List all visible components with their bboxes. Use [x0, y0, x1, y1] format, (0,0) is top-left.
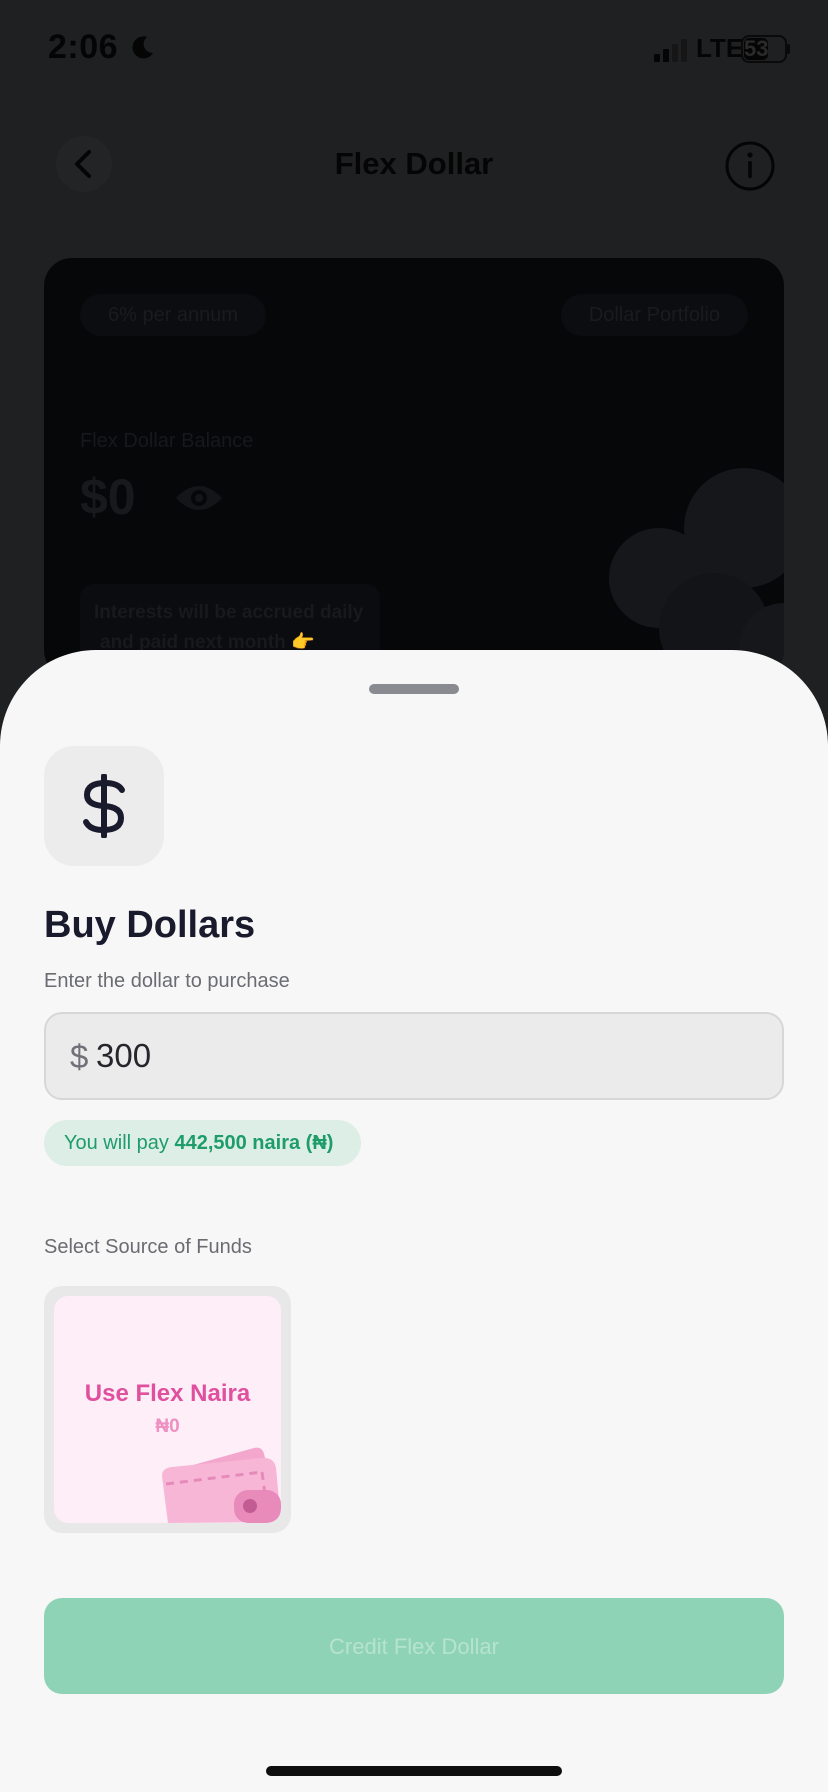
sheet-title: Buy Dollars — [44, 904, 256, 946]
wallet-icon — [162, 1447, 281, 1523]
source-option-balance: ₦0 — [155, 1416, 180, 1437]
balance-card: 6% per annum Dollar Portfolio Flex Dolla… — [44, 258, 784, 678]
coins-illustration-icon — [609, 468, 784, 678]
balance-value: $0 — [80, 469, 136, 525]
info-icon[interactable] — [724, 140, 776, 192]
source-of-funds-label: Select Source of Funds — [44, 1236, 252, 1258]
home-indicator — [266, 1766, 562, 1776]
page-title: Flex Dollar — [334, 146, 494, 181]
status-time: 2:06 — [48, 28, 119, 66]
buy-dollars-sheet: Buy Dollars Enter the dollar to purchase… — [0, 650, 828, 1792]
portfolio-pill[interactable]: Dollar Portfolio — [560, 294, 748, 336]
dollar-amount-input[interactable] — [96, 1026, 756, 1086]
balance-label: Flex Dollar Balance — [80, 430, 254, 452]
source-option-name: Use Flex Naira — [84, 1380, 251, 1407]
pay-prefix: You will pay — [64, 1132, 175, 1154]
rate-pill: 6% per annum — [80, 294, 267, 336]
pay-amount: 442,500 naira (₦) — [174, 1132, 334, 1154]
dollar-icon — [83, 774, 125, 838]
drag-handle[interactable] — [369, 684, 459, 694]
moon-icon — [132, 36, 153, 59]
amount-field-label: Enter the dollar to purchase — [44, 970, 290, 992]
interest-note-line1: Interests will be accrued daily — [94, 602, 364, 623]
status-bar: 2:06 LTE 53 — [0, 0, 828, 100]
dollar-amount-field[interactable]: $ — [44, 1012, 784, 1100]
signal-icon — [654, 39, 687, 62]
eye-icon[interactable] — [174, 480, 224, 516]
currency-prefix: $ — [70, 1038, 89, 1075]
source-option-inner: Use Flex Naira ₦0 — [54, 1296, 281, 1523]
pay-amount-badge: You will pay 442,500 naira (₦) — [44, 1120, 362, 1166]
battery-level: 53 — [744, 36, 769, 61]
dollar-icon-box — [44, 746, 164, 866]
source-option-flex-naira[interactable]: Use Flex Naira ₦0 — [44, 1286, 291, 1533]
credit-flex-dollar-button[interactable]: Credit Flex Dollar — [44, 1598, 784, 1694]
network-label: LTE — [696, 33, 744, 63]
